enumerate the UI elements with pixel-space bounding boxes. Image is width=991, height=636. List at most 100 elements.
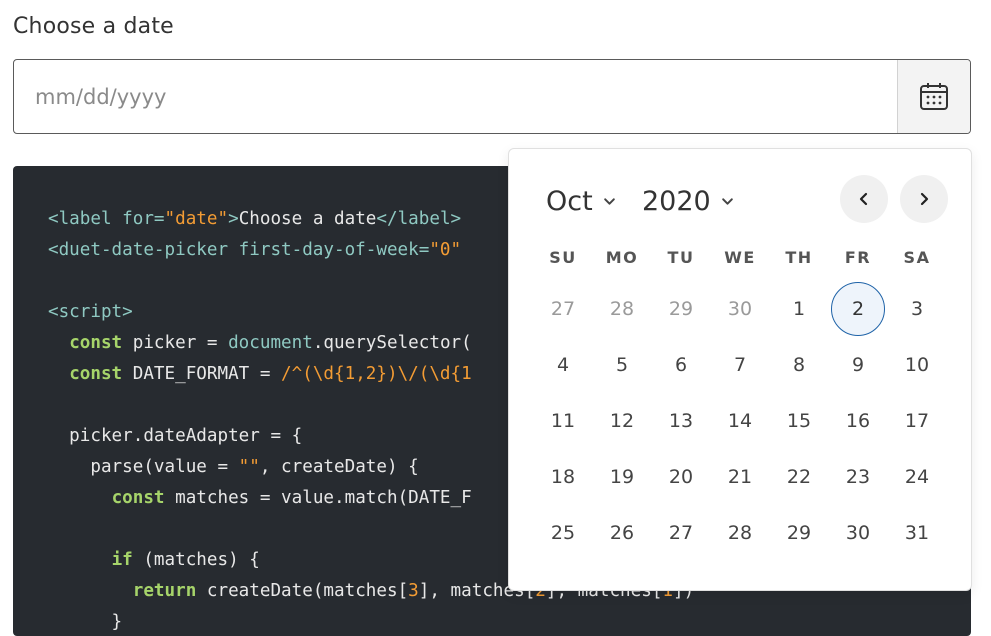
- code-token: </label>: [376, 209, 462, 229]
- calendar-day[interactable]: 28: [713, 506, 767, 560]
- code-token: }: [48, 612, 123, 632]
- code-token: picker =: [122, 333, 229, 353]
- chevron-right-icon: [920, 192, 929, 206]
- code-token: >: [228, 209, 239, 229]
- code-line: const DATE_FORMAT = /^(\d{1,2})\/(\d{1: [48, 364, 472, 384]
- code-token: , createDate) {: [259, 457, 419, 477]
- calendar-day[interactable]: 27: [536, 282, 590, 336]
- code-token: .querySelector(: [312, 333, 472, 353]
- code-token: const: [69, 364, 123, 384]
- weekday-fr: FR: [844, 248, 872, 267]
- code-line: }: [48, 612, 123, 632]
- code-token: const: [111, 488, 165, 508]
- code-token: 3: [408, 581, 419, 601]
- calendar-day[interactable]: 11: [536, 394, 590, 448]
- calendar-day[interactable]: 16: [831, 394, 885, 448]
- year-select[interactable]: 2020: [642, 186, 734, 217]
- code-token: (matches) {: [132, 550, 260, 570]
- calendar-day[interactable]: 17: [890, 394, 944, 448]
- code-line: <script>: [48, 302, 133, 322]
- calendar-day[interactable]: 8: [772, 338, 826, 392]
- code-line: parse(value = "", createDate) {: [48, 457, 419, 477]
- calendar-day[interactable]: 31: [890, 506, 944, 560]
- calendar-day[interactable]: 18: [536, 450, 590, 504]
- calendar-day[interactable]: 6: [654, 338, 708, 392]
- code-token: matches = value.match(DATE_F: [164, 488, 472, 508]
- calendar-day[interactable]: 30: [831, 506, 885, 560]
- code-token: /^(\d{1,2})\/(\d{1: [281, 364, 472, 384]
- calendar-day[interactable]: 20: [654, 450, 708, 504]
- weekday-mo: MO: [605, 248, 639, 267]
- code-line: <label for="date">Choose a date</label>: [48, 209, 461, 229]
- code-token: const: [69, 333, 123, 353]
- calendar-day[interactable]: 30: [713, 282, 767, 336]
- calendar-day[interactable]: 13: [654, 394, 708, 448]
- code-token: <label: [48, 209, 123, 229]
- calendar-day[interactable]: 19: [595, 450, 649, 504]
- calendar-day[interactable]: 10: [890, 338, 944, 392]
- code-token: <script>: [48, 302, 133, 322]
- code-token: return: [132, 581, 197, 601]
- weekday-th: TH: [785, 248, 813, 267]
- month-select[interactable]: Oct: [546, 186, 616, 217]
- chevron-down-icon: [721, 198, 733, 205]
- calendar-day[interactable]: 29: [654, 282, 708, 336]
- code-line: <duet-date-picker first-day-of-week="0": [48, 240, 461, 260]
- code-token: "date": [164, 209, 229, 229]
- calendar-day[interactable]: 15: [772, 394, 826, 448]
- calendar-icon: [920, 82, 948, 110]
- calendar-day[interactable]: 4: [536, 338, 590, 392]
- calendar-day[interactable]: 25: [536, 506, 590, 560]
- previous-month-button[interactable]: [840, 175, 888, 223]
- calendar-day[interactable]: 9: [831, 338, 885, 392]
- code-token: createDate(matches[: [196, 581, 409, 601]
- calendar-day[interactable]: 3: [890, 282, 944, 336]
- calendar-day[interactable]: 7: [713, 338, 767, 392]
- code-token: <duet-date-picker first-day-of-week=: [48, 240, 430, 260]
- code-token: picker.dateAdapter = {: [48, 426, 303, 446]
- date-input-group: [13, 59, 971, 134]
- code-line: if (matches) {: [48, 550, 260, 570]
- code-line: const matches = value.match(DATE_F: [48, 488, 472, 508]
- code-token: "0": [429, 240, 462, 260]
- chevron-left-icon: [859, 192, 868, 206]
- code-token: DATE_FORMAT =: [122, 364, 282, 384]
- calendar-day[interactable]: 27: [654, 506, 708, 560]
- code-token: document: [228, 333, 313, 353]
- code-token: if: [111, 550, 133, 570]
- weekday-tu: TU: [667, 248, 695, 267]
- code-line: const picker = document.querySelector(: [48, 333, 472, 353]
- code-token: parse(value =: [48, 457, 239, 477]
- weekday-sa: SA: [903, 248, 931, 267]
- calendar-day-selected[interactable]: 2: [831, 282, 885, 336]
- code-token: for=: [122, 209, 165, 229]
- code-token: Choose a date: [238, 209, 377, 229]
- calendar-day[interactable]: 5: [595, 338, 649, 392]
- code-line: picker.dateAdapter = {: [48, 426, 302, 446]
- date-picker-dialog: Oct 2020 SU MO TU WE TH FR SA 27 28 29 30 1 2 3 4 5 6 7 8…: [508, 148, 972, 591]
- open-calendar-button[interactable]: [897, 60, 970, 133]
- calendar-day[interactable]: 1: [772, 282, 826, 336]
- date-field-label: Choose a date: [13, 14, 174, 39]
- chevron-down-icon: [603, 198, 615, 205]
- calendar-day[interactable]: 26: [595, 506, 649, 560]
- weekday-we: WE: [724, 248, 756, 267]
- calendar-day[interactable]: 12: [595, 394, 649, 448]
- next-month-button[interactable]: [900, 175, 948, 223]
- calendar-day[interactable]: 28: [595, 282, 649, 336]
- calendar-day[interactable]: 22: [772, 450, 826, 504]
- code-token: "": [238, 457, 260, 477]
- calendar-day[interactable]: 14: [713, 394, 767, 448]
- calendar-day[interactable]: 21: [713, 450, 767, 504]
- date-input[interactable]: [14, 60, 900, 133]
- calendar-day[interactable]: 29: [772, 506, 826, 560]
- year-label: 2020: [642, 186, 711, 217]
- month-label: Oct: [546, 186, 593, 217]
- calendar-day[interactable]: 23: [831, 450, 885, 504]
- calendar-day[interactable]: 24: [890, 450, 944, 504]
